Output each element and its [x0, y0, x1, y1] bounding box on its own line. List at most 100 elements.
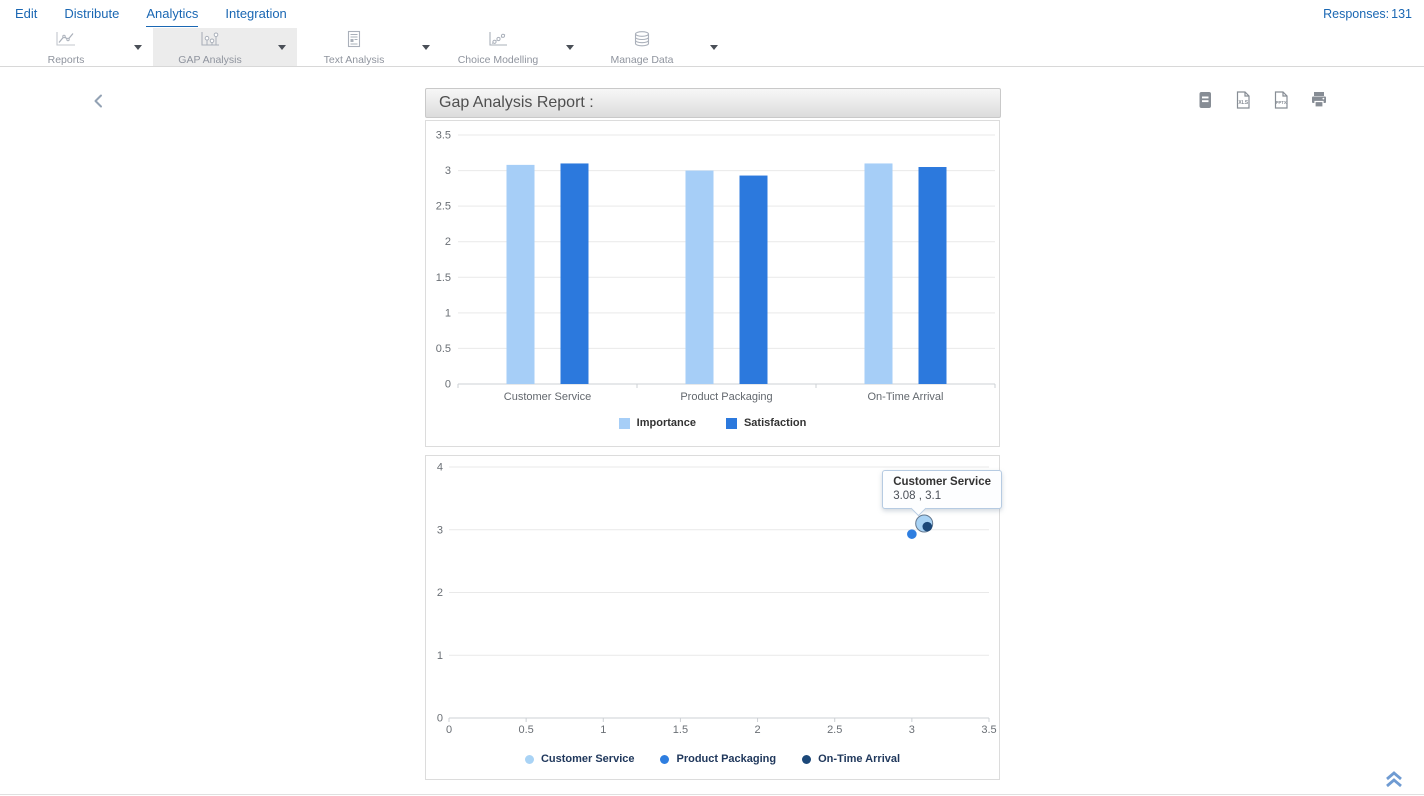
svg-text:1: 1 [600, 724, 606, 736]
responses-value: 131 [1391, 7, 1412, 21]
svg-text:0: 0 [446, 724, 452, 736]
legend-label: Importance [637, 417, 696, 429]
svg-text:3: 3 [909, 724, 915, 736]
svg-text:1.5: 1.5 [436, 272, 451, 284]
toolbar-item-label: Text Analysis [324, 54, 385, 66]
svg-text:2.5: 2.5 [827, 724, 842, 736]
toolbar-section-manage-data: Manage Data [585, 28, 729, 66]
svg-text:3: 3 [445, 165, 451, 177]
bar-on-time-arrival-satisfaction[interactable] [919, 167, 947, 384]
gap-scatter-chart-panel: 00.511.522.533.501234 Customer Service 3… [425, 455, 1000, 780]
bar-category-label: Product Packaging [680, 391, 772, 403]
back-to-top-button[interactable] [1382, 770, 1406, 790]
responses-count: Responses:131 [1321, 7, 1424, 21]
legend-item-satisfaction[interactable]: Satisfaction [726, 417, 806, 429]
legend-dot-icon [660, 755, 669, 764]
legend-label: On-Time Arrival [818, 753, 900, 765]
toolbar-item-label: Reports [48, 54, 85, 66]
svg-text:0: 0 [437, 713, 443, 725]
toolbar-caret-text-analysis[interactable] [411, 28, 441, 66]
caret-down-icon [710, 45, 718, 50]
toolbar-item-label: GAP Analysis [178, 54, 241, 66]
svg-text:4: 4 [437, 462, 443, 474]
printer-icon [1309, 90, 1329, 113]
nav-item-analytics[interactable]: Analytics [146, 2, 198, 27]
toolbar-item-manage-data[interactable]: Manage Data [585, 28, 699, 66]
nav-item-edit[interactable]: Edit [15, 1, 37, 27]
legend-item-customer-service[interactable]: Customer Service [525, 753, 635, 765]
toolbar-caret-manage-data[interactable] [699, 28, 729, 66]
text-document-icon [342, 30, 366, 53]
page-title: Gap Analysis Report : [439, 94, 594, 112]
bar-customer-service-satisfaction[interactable] [561, 163, 589, 384]
legend-swatch-icon [619, 418, 630, 429]
legend-label: Satisfaction [744, 417, 806, 429]
svg-text:PPTX: PPTX [1276, 100, 1287, 105]
legend-item-importance[interactable]: Importance [619, 417, 696, 429]
back-button[interactable] [88, 92, 108, 112]
svg-text:3: 3 [437, 524, 443, 536]
toolbar-item-label: Manage Data [610, 54, 673, 66]
bar-product-packaging-satisfaction[interactable] [740, 176, 768, 384]
bubble-chart-icon [198, 30, 222, 53]
toolbar-item-reports[interactable]: Reports [9, 28, 123, 66]
caret-down-icon [422, 45, 430, 50]
toolbar-caret-reports[interactable] [123, 28, 153, 66]
legend-label: Product Packaging [676, 753, 776, 765]
legend-dot-icon [802, 755, 811, 764]
toolbar-item-gap-analysis[interactable]: GAP Analysis [153, 28, 267, 66]
toolbar-item-label: Choice Modelling [458, 54, 539, 66]
svg-text:1: 1 [445, 307, 451, 319]
bar-on-time-arrival-importance[interactable] [865, 163, 893, 384]
bar-customer-service-importance[interactable] [507, 165, 535, 384]
legend-dot-icon [525, 755, 534, 764]
bar-product-packaging-importance[interactable] [686, 171, 714, 384]
print-button[interactable] [1308, 90, 1330, 112]
tooltip-value: 3.08 , 3.1 [893, 490, 991, 502]
legend-swatch-icon [726, 418, 737, 429]
bar-chart-legend: Importance Satisfaction [426, 417, 999, 429]
svg-text:2: 2 [437, 587, 443, 599]
caret-down-icon [566, 45, 574, 50]
legend-item-product-packaging[interactable]: Product Packaging [660, 753, 776, 765]
toolbar-section-reports: Reports [9, 28, 153, 66]
toolbar-caret-gap-analysis[interactable] [267, 28, 297, 66]
caret-down-icon [278, 45, 286, 50]
export-document-button[interactable] [1194, 90, 1216, 112]
legend-item-on-time-arrival[interactable]: On-Time Arrival [802, 753, 900, 765]
svg-text:1.5: 1.5 [673, 724, 688, 736]
gap-bar-chart-panel: 00.511.522.533.5Customer ServiceProduct … [425, 120, 1000, 447]
svg-text:3.5: 3.5 [981, 724, 996, 736]
toolbar-item-text-analysis[interactable]: Text Analysis [297, 28, 411, 66]
export-toolbar: XLS PPTX [1194, 90, 1330, 112]
top-navbar: Edit Distribute Analytics Integration Respo… [0, 0, 1424, 29]
chevrons-up-icon [1383, 776, 1405, 791]
nav-item-distribute[interactable]: Distribute [64, 1, 119, 27]
caret-down-icon [134, 45, 142, 50]
toolbar-item-choice-modelling[interactable]: Choice Modelling [441, 28, 555, 66]
nav-item-integration[interactable]: Integration [225, 1, 286, 27]
export-xls-button[interactable]: XLS [1232, 90, 1254, 112]
svg-text:2: 2 [755, 724, 761, 736]
line-chart-icon [54, 30, 78, 53]
scatter-point-on-time-arrival[interactable] [922, 522, 932, 532]
svg-text:2: 2 [445, 236, 451, 248]
responses-label: Responses: [1323, 7, 1389, 21]
xls-file-icon: XLS [1233, 90, 1253, 113]
bar-category-label: On-Time Arrival [868, 391, 944, 403]
toolbar-section-text-analysis: Text Analysis [297, 28, 441, 66]
svg-text:1: 1 [437, 650, 443, 662]
scatter-model-icon [486, 30, 510, 53]
chart-tooltip: Customer Service 3.08 , 3.1 [882, 470, 1002, 509]
legend-label: Customer Service [541, 753, 635, 765]
svg-text:3.5: 3.5 [436, 130, 451, 142]
chevron-left-icon [92, 97, 104, 112]
scatter-point-product-packaging[interactable] [907, 529, 917, 539]
toolbar-caret-choice-modelling[interactable] [555, 28, 585, 66]
svg-text:XLS: XLS [1238, 100, 1248, 106]
svg-text:0: 0 [445, 379, 451, 391]
bar-category-label: Customer Service [504, 391, 591, 403]
svg-text:0.5: 0.5 [436, 343, 451, 355]
export-pptx-button[interactable]: PPTX [1270, 90, 1292, 112]
toolbar-section-gap-analysis: GAP Analysis [153, 28, 297, 66]
